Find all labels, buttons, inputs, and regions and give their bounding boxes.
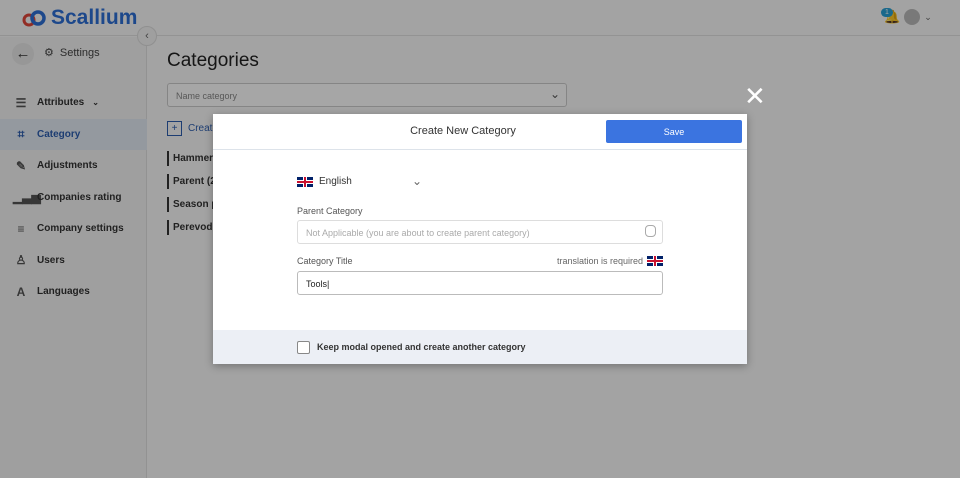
uk-flag-icon (647, 256, 663, 266)
close-icon[interactable]: ✕ (744, 83, 766, 109)
chevron-down-icon: ⌄ (411, 174, 422, 188)
keep-open-checkbox[interactable] (297, 340, 310, 354)
modal-footer: Keep modal opened and create another cat… (213, 330, 747, 364)
language-select[interactable]: English ⌄ (297, 174, 422, 188)
category-title-label: Category Title (297, 256, 353, 266)
create-category-modal: Create New Category Save English ⌄ Parent… (213, 114, 747, 364)
lock-icon (645, 225, 656, 237)
parent-category-field: Not Applicable (you are about to create … (297, 220, 663, 244)
category-title-input[interactable]: Tools| (297, 271, 663, 295)
translation-note: translation is required (557, 256, 663, 266)
save-button[interactable]: Save (606, 120, 742, 143)
uk-flag-icon (297, 176, 313, 187)
parent-category-label: Parent Category (297, 206, 363, 216)
